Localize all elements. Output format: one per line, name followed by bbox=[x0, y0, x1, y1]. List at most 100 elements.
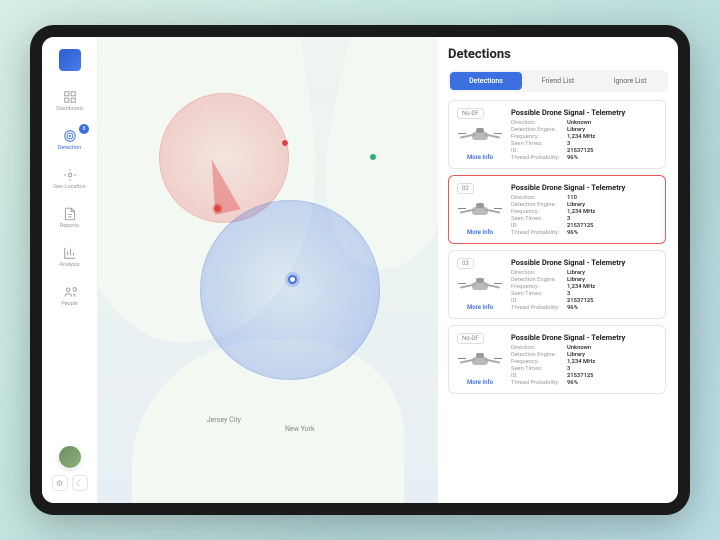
drone-icon bbox=[462, 200, 498, 222]
app-logo[interactable] bbox=[59, 49, 81, 71]
sidebar-item-dashboard[interactable]: Dashboard bbox=[42, 83, 97, 118]
user-avatar[interactable] bbox=[58, 445, 82, 469]
detection-card[interactable]: 03 More Info Possible Drone Signal - Tel… bbox=[448, 250, 666, 319]
detection-count-badge: 8 bbox=[79, 124, 89, 134]
seen-value: 3 bbox=[567, 366, 570, 372]
sidebar-item-label: Reports bbox=[60, 223, 79, 229]
field-label: Direction: bbox=[511, 120, 567, 126]
sidebar: Dashboard 8 Detection Geo Location Repor… bbox=[42, 37, 98, 503]
card-tag: No-DF bbox=[457, 333, 484, 344]
engine-value: Library bbox=[567, 352, 585, 358]
field-label: Frequency: bbox=[511, 209, 567, 215]
field-label: ID: bbox=[511, 298, 567, 304]
detection-zone-blue[interactable] bbox=[200, 200, 380, 380]
gear-icon: ⚙ bbox=[56, 479, 63, 488]
direction-value: 110 bbox=[567, 195, 577, 201]
people-icon bbox=[62, 284, 78, 300]
field-label: Direction: bbox=[511, 345, 567, 351]
drone-icon bbox=[462, 125, 498, 147]
detection-card[interactable]: 02 More Info Possible Drone Signal - Tel… bbox=[448, 175, 666, 244]
detection-card[interactable]: No-DF More Info Possible Drone Signal - … bbox=[448, 325, 666, 394]
field-label: Seen Times: bbox=[511, 141, 567, 147]
frequency-value: 1,234 MHz bbox=[567, 209, 595, 215]
field-label: Detection Engine: bbox=[511, 277, 567, 283]
direction-value: Library bbox=[567, 270, 585, 276]
detection-list[interactable]: No-DF More Info Possible Drone Signal - … bbox=[448, 100, 668, 503]
moon-icon: ☾ bbox=[76, 479, 83, 488]
card-title: Possible Drone Signal - Telemetry bbox=[511, 108, 657, 117]
field-label: ID: bbox=[511, 223, 567, 229]
field-label: ID: bbox=[511, 373, 567, 379]
direction-value: Unknown bbox=[567, 345, 591, 351]
engine-value: Library bbox=[567, 127, 585, 133]
field-label: Thread Probability: bbox=[511, 230, 567, 236]
sidebar-item-geolocation[interactable]: Geo Location bbox=[42, 161, 97, 196]
threat-value: 96% bbox=[567, 230, 578, 236]
sidebar-item-reports[interactable]: Reports bbox=[42, 200, 97, 235]
sidebar-item-analysis[interactable]: Analysis bbox=[42, 239, 97, 274]
sidebar-item-label: Analysis bbox=[59, 262, 80, 268]
field-label: Detection Engine: bbox=[511, 127, 567, 133]
card-tag: 03 bbox=[457, 258, 474, 269]
drone-icon bbox=[462, 275, 498, 297]
detection-card[interactable]: No-DF More Info Possible Drone Signal - … bbox=[448, 100, 666, 169]
engine-value: Library bbox=[567, 277, 585, 283]
frequency-value: 1,234 MHz bbox=[567, 134, 595, 140]
theme-button[interactable]: ☾ bbox=[72, 475, 88, 491]
more-info-link[interactable]: More Info bbox=[467, 154, 493, 161]
seen-value: 3 bbox=[567, 216, 570, 222]
chart-icon bbox=[62, 245, 78, 261]
field-label: Frequency: bbox=[511, 359, 567, 365]
card-title: Possible Drone Signal - Telemetry bbox=[511, 183, 657, 192]
drone-icon bbox=[462, 350, 498, 372]
frequency-value: 1,234 MHz bbox=[567, 284, 595, 290]
sidebar-footer: ⚙ ☾ bbox=[52, 445, 88, 495]
document-icon bbox=[62, 206, 78, 222]
card-title: Possible Drone Signal - Telemetry bbox=[511, 333, 657, 342]
field-label: Direction: bbox=[511, 270, 567, 276]
settings-button[interactable]: ⚙ bbox=[52, 475, 68, 491]
field-label: Frequency: bbox=[511, 134, 567, 140]
field-label: Detection Engine: bbox=[511, 202, 567, 208]
more-info-link[interactable]: More Info bbox=[467, 379, 493, 386]
marker-threat-2[interactable] bbox=[282, 140, 288, 146]
threat-value: 96% bbox=[567, 155, 578, 161]
more-info-link[interactable]: More Info bbox=[467, 304, 493, 311]
more-info-link[interactable]: More Info bbox=[467, 229, 493, 236]
field-label: Frequency: bbox=[511, 284, 567, 290]
threat-value: 96% bbox=[567, 305, 578, 311]
map-label-newyork: New York bbox=[285, 425, 315, 433]
sidebar-item-label: Geo Location bbox=[53, 184, 85, 190]
field-label: Thread Probability: bbox=[511, 155, 567, 161]
tab-ignore-list[interactable]: Ignore List bbox=[594, 72, 666, 90]
id-value: 21537125 bbox=[567, 223, 594, 229]
sidebar-item-detection[interactable]: 8 Detection bbox=[42, 122, 97, 157]
threat-value: 96% bbox=[567, 380, 578, 386]
sidebar-item-people[interactable]: People bbox=[42, 278, 97, 313]
panel-tabs: Detections Friend List Ignore List bbox=[448, 70, 668, 92]
sidebar-item-label: Detection bbox=[58, 145, 81, 151]
card-tag: 02 bbox=[457, 183, 474, 194]
seen-value: 3 bbox=[567, 141, 570, 147]
detections-panel: Detections Detections Friend List Ignore… bbox=[438, 37, 678, 503]
engine-value: Library bbox=[567, 202, 585, 208]
panel-title: Detections bbox=[448, 47, 668, 62]
map-label-jersey: Jersey City bbox=[207, 416, 241, 424]
tab-detections[interactable]: Detections bbox=[450, 72, 522, 90]
sidebar-item-label: Dashboard bbox=[56, 106, 83, 112]
field-label: Thread Probability: bbox=[511, 380, 567, 386]
direction-value: Unknown bbox=[567, 120, 591, 126]
id-value: 21537125 bbox=[567, 373, 594, 379]
map-view[interactable]: Jersey City New York bbox=[98, 37, 438, 503]
marker-friendly[interactable] bbox=[370, 154, 376, 160]
field-label: Thread Probability: bbox=[511, 305, 567, 311]
field-label: Direction: bbox=[511, 195, 567, 201]
field-label: Seen Times: bbox=[511, 216, 567, 222]
field-label: ID: bbox=[511, 148, 567, 154]
tab-friend-list[interactable]: Friend List bbox=[522, 72, 594, 90]
dashboard-icon bbox=[62, 89, 78, 105]
marker-threat-1[interactable] bbox=[214, 205, 221, 212]
field-label: Detection Engine: bbox=[511, 352, 567, 358]
id-value: 21537125 bbox=[567, 148, 594, 154]
sidebar-item-label: People bbox=[61, 301, 78, 307]
